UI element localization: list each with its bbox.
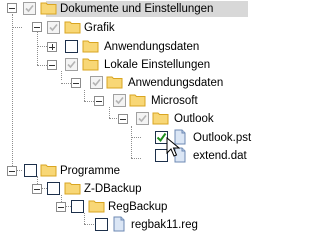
tree-node-label: RegBackup (108, 201, 168, 213)
collapse-icon[interactable] (7, 166, 17, 176)
checkbox-partial[interactable] (90, 76, 103, 89)
collapse-icon[interactable] (32, 22, 42, 32)
tree-node-label: Outlook (174, 113, 214, 125)
tree-node-label: Lokale Einstellungen (104, 59, 211, 71)
checkmark-icon (67, 60, 76, 69)
tree-node-z-dbackup[interactable]: Z-DBackup (0, 180, 275, 198)
checkbox-partial[interactable] (65, 58, 78, 71)
checkmark-icon (49, 23, 58, 32)
tree-node-anwendungsdaten[interactable]: Anwendungsdaten (0, 74, 275, 92)
checkmark-icon (115, 96, 124, 105)
tree-node-label: Microsoft (151, 95, 198, 107)
collapse-icon[interactable] (118, 114, 128, 124)
checkmark-icon (138, 114, 147, 123)
folder-icon (82, 58, 99, 71)
checkbox-partial[interactable] (136, 112, 149, 125)
checkbox-unchecked[interactable] (95, 218, 108, 231)
collapse-icon[interactable] (71, 78, 81, 88)
expand-icon[interactable] (47, 42, 57, 52)
tree-node-label: extend.dat (193, 150, 247, 162)
folder-icon (88, 200, 105, 213)
folder-icon (106, 76, 123, 89)
tree-node-anwendungsdaten[interactable]: Anwendungsdaten (0, 38, 275, 56)
checkbox-unchecked[interactable] (65, 40, 78, 53)
collapse-icon[interactable] (47, 60, 57, 70)
tree-node-label: Dokumente und Einstellungen (60, 3, 214, 15)
tree-node-programme[interactable]: Programme (0, 162, 275, 180)
collapse-icon[interactable] (32, 184, 42, 194)
collapse-icon[interactable] (7, 3, 17, 13)
tree-node-outlook[interactable]: Outlook (0, 110, 275, 128)
folder-icon (40, 2, 57, 15)
collapse-icon[interactable] (94, 96, 104, 106)
checkbox-unchecked[interactable] (24, 164, 37, 177)
tree-node-label: Grafik (84, 22, 115, 34)
folder-icon (152, 112, 169, 125)
folder-icon (82, 40, 99, 53)
checkbox-unchecked[interactable] (71, 200, 84, 213)
folder-icon (64, 21, 81, 34)
tree-node-label: Z-DBackup (84, 183, 142, 195)
tree-node-label: Anwendungsdaten (128, 77, 224, 89)
checkbox-unchecked[interactable] (47, 182, 60, 195)
tree-node-label: Outlook.pst (193, 132, 252, 144)
tree-node-grafik[interactable]: Grafik (0, 19, 275, 37)
tree-node-lokale-einstellungen[interactable]: Lokale Einstellungen (0, 56, 275, 74)
folder-icon (129, 94, 146, 107)
file-icon (113, 216, 125, 232)
checkmark-icon (92, 78, 101, 87)
folder-tree: Dokumente und Einstellungen Grafik Anwen… (0, 0, 275, 250)
folder-icon (40, 164, 57, 177)
mouse-cursor-icon (166, 137, 180, 157)
tree-node-microsoft[interactable]: Microsoft (0, 92, 275, 110)
checkmark-icon (25, 4, 34, 13)
checkbox-partial[interactable] (23, 2, 36, 15)
tree-node-label: regbak11.reg (131, 219, 198, 231)
folder-icon (64, 182, 81, 195)
tree-node-regbak11-reg[interactable]: regbak11.reg (0, 216, 275, 234)
checkbox-partial[interactable] (113, 94, 126, 107)
tree-node-dokumente-und-einstellungen[interactable]: Dokumente und Einstellungen (0, 0, 275, 18)
collapse-icon[interactable] (56, 202, 66, 212)
tree-node-label: Anwendungsdaten (104, 41, 200, 53)
tree-node-label: Programme (60, 165, 121, 177)
tree-node-regbackup[interactable]: RegBackup (0, 198, 275, 216)
tree-node-outlook-pst[interactable]: Outlook.pst (0, 129, 275, 147)
checkbox-partial[interactable] (47, 21, 60, 34)
